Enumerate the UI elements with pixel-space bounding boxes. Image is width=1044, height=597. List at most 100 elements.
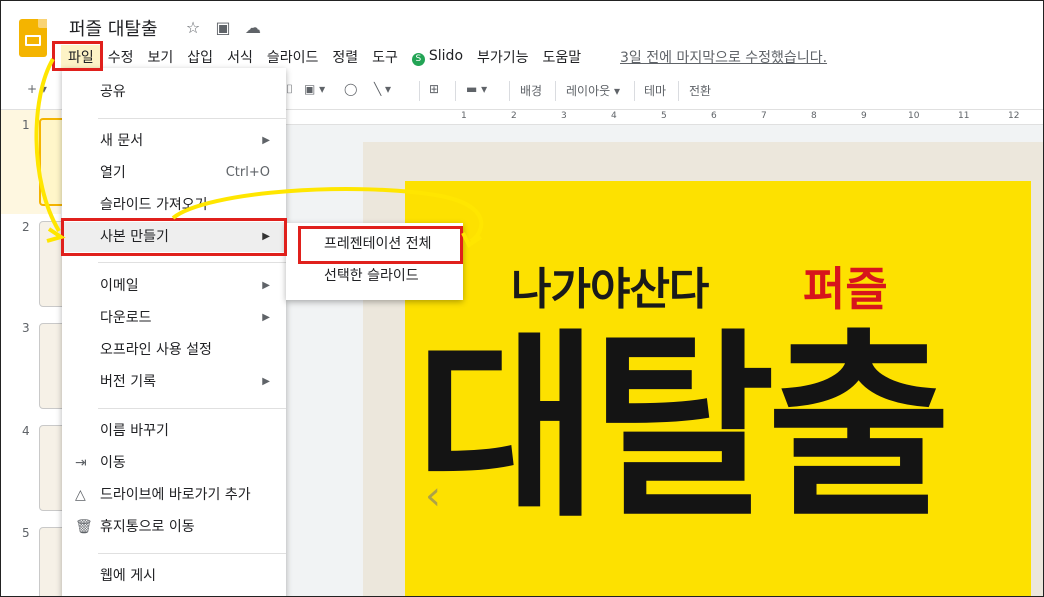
menu-item-offline[interactable]: 오프라인 사용 설정 [62,335,286,365]
document-title[interactable]: 퍼즐 대탈출 [69,15,158,41]
menu-item-trash[interactable]: 🗑 휴지통으로 이동 [62,512,286,542]
file-menu: 공유 새 문서 ▶ 열기 Ctrl+O 슬라이드 가져오기 사본 만들기 ▶ 이메일 ▶… [62,68,286,596]
menu-item-email[interactable]: 이메일 ▶ [62,271,286,301]
background-button[interactable]: 배경 [520,82,542,99]
menu-tools[interactable]: 도구 [365,45,405,69]
menu-slido-label: Slido [428,48,464,64]
comment-icon[interactable]: ⊞ [429,82,439,96]
menu-divider [98,118,286,119]
slide-number: 3 [22,321,30,335]
ruler-tick: 1 [461,111,467,121]
menu-view[interactable]: 보기 [141,45,181,69]
ruler-tick: 9 [861,111,867,121]
menu-item-publish[interactable]: 웹에 게시 [62,561,286,591]
slides-logo-icon[interactable] [19,19,47,57]
submenu-arrow-icon: ▶ [262,312,270,323]
title-icons: ☆ ▣ ☁ [183,18,263,37]
highlight-box-file-menu [52,41,103,71]
slide-subtitle-text[interactable]: 퍼즐 [803,253,888,319]
textbox-icon[interactable]: ⌷ [286,82,293,97]
menu-item-label: 슬라이드 가져오기 [100,197,208,213]
menu-bar: 파일 수정 보기 삽입 서식 슬라이드 정렬 도구 S Slido 부가기능 도움… [61,45,588,69]
menu-addons[interactable]: 부가기능 [470,45,536,69]
menu-item-download[interactable]: 다운로드 ▶ [62,303,286,333]
menu-item-label: 공유 [100,84,126,100]
menu-item-open[interactable]: 열기 Ctrl+O [62,158,286,188]
toolbar-separator [419,81,420,101]
menu-item-version-history[interactable]: 버전 기록 ▶ [62,367,286,397]
new-slide-icon[interactable]: + ▾ [27,82,47,96]
menu-edit[interactable]: 수정 [101,45,141,69]
layout-button[interactable]: 레이아웃 ▾ [566,82,620,99]
horizontal-ruler: 1 2 3 4 5 6 7 8 9 10 11 12 [286,110,1043,125]
menu-slido[interactable]: S Slido [405,46,470,68]
theme-button[interactable]: 테마 [644,82,666,99]
slide-number: 1 [22,118,30,132]
menu-item-label: 휴지통으로 이동 [100,519,195,535]
toolbar-separator [678,81,679,101]
line-icon[interactable]: ╲ ▾ [374,82,391,96]
menu-item-label: 웹에 게시 [100,568,156,584]
cloud-saved-icon[interactable]: ☁ [243,18,263,37]
menu-item-label: 이름 바꾸기 [100,423,169,439]
ruler-tick: 7 [761,111,767,121]
menu-item-import-slides[interactable]: 슬라이드 가져오기 [62,190,286,220]
slide-big-text[interactable]: 대탈출 [415,329,951,529]
slide-number: 4 [22,424,30,438]
menu-item-new[interactable]: 새 문서 ▶ [62,126,286,156]
ruler-tick: 10 [908,111,920,121]
menu-divider [98,553,286,554]
keyboard-icon[interactable]: ▬ ▾ [466,82,487,96]
menu-item-rename[interactable]: 이름 바꾸기 [62,416,286,446]
menu-insert[interactable]: 삽입 [180,45,220,69]
transition-button[interactable]: 전환 [689,82,711,99]
drive-shortcut-icon: △ [75,487,86,503]
ruler-tick: 12 [1008,111,1020,121]
slido-icon: S [411,53,425,66]
app-window: 퍼즐 대탈출 ☆ ▣ ☁ 파일 수정 보기 삽입 서식 슬라이드 정렬 도구 S… [0,0,1044,597]
menu-slide[interactable]: 슬라이드 [260,45,326,69]
slide-content[interactable]: 나가야산다 퍼즐 대탈출 [405,181,1031,596]
menu-divider [98,262,286,263]
menu-item-share[interactable]: 공유 [62,77,286,107]
menu-format[interactable]: 서식 [220,45,260,69]
toolbar-separator [555,81,556,101]
trash-icon: 🗑 [75,519,93,535]
menu-help[interactable]: 도움말 [536,45,589,69]
ruler-tick: 8 [811,111,817,121]
layout-label: 레이아웃 [566,84,611,98]
ruler-tick: 4 [611,111,617,121]
toolbar-separator [455,81,456,101]
image-icon[interactable]: ▣ ▾ [304,82,325,96]
star-icon[interactable]: ☆ [183,18,203,37]
menu-item-label: 열기 [100,165,126,181]
menu-item-label: 드라이브에 바로가기 추가 [100,487,251,503]
menu-item-label: 새 문서 [100,133,144,149]
menu-arrange[interactable]: 정렬 [325,45,365,69]
last-edit-link[interactable]: 3일 전에 마지막으로 수정했습니다. [620,47,827,67]
highlight-box-make-copy [61,218,287,256]
submenu-arrow-icon: ▶ [262,376,270,387]
ruler-tick: 6 [711,111,717,121]
slide-number: 2 [22,220,30,234]
chevron-left-icon[interactable]: ‹ [425,473,441,519]
submenu-item-selected-slides[interactable]: 선택한 슬라이드 [286,261,463,291]
shape-icon[interactable]: ◯ [344,82,357,96]
move-to-folder-icon[interactable]: ▣ [213,18,233,37]
submenu-arrow-icon: ▶ [262,280,270,291]
shortcut-label: Ctrl+O [225,165,270,180]
menu-item-label: 이메일 [100,278,139,294]
menu-item-label: 버전 기록 [100,374,156,390]
menu-item-move[interactable]: ⇥ 이동 [62,448,286,478]
ruler-tick: 3 [561,111,567,121]
ruler-tick: 2 [511,111,517,121]
toolbar-separator [509,81,510,101]
menu-item-label: 오프라인 사용 설정 [100,342,212,358]
slide-title-text[interactable]: 나가야산다 [511,253,709,317]
menu-item-label: 이동 [100,455,126,471]
ruler-tick: 11 [958,111,970,121]
submenu-item-label: 선택한 슬라이드 [324,268,419,284]
submenu-arrow-icon: ▶ [262,135,270,146]
menu-divider [98,408,286,409]
menu-item-add-shortcut[interactable]: △ 드라이브에 바로가기 추가 [62,480,286,510]
